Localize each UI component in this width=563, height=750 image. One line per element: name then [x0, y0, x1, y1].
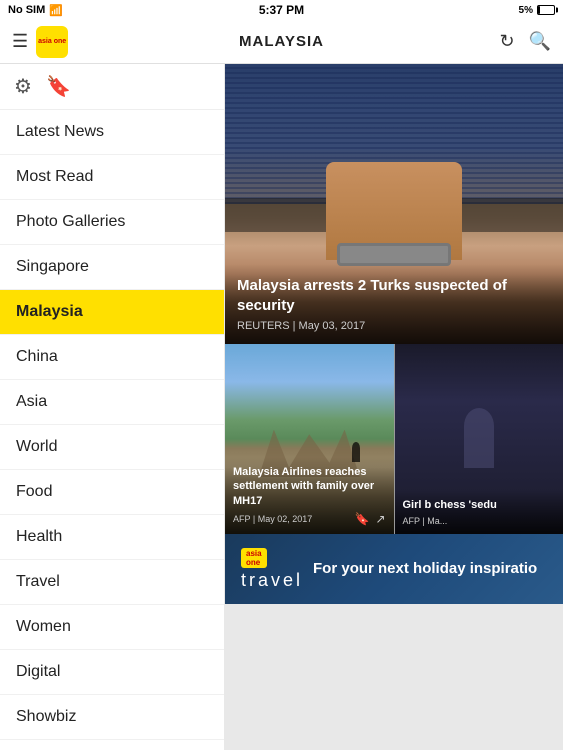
top-article-title: Malaysia arrests 2 Turks suspected of se… — [237, 276, 551, 315]
app-logo[interactable]: asia one — [36, 26, 68, 58]
sidebar-top-row: ⚙ 🔖 — [0, 64, 224, 110]
battery-icon — [537, 5, 555, 15]
search-icon[interactable]: 🔍 — [529, 31, 551, 52]
bottom-article-icons-1: 🔖 ↗ — [354, 512, 385, 526]
sidebar-item-singapore[interactable]: Singapore — [0, 245, 224, 290]
bottom-article-overlay-2: Girl b chess 'sedu AFP | Ma... — [395, 490, 563, 534]
header-left: ☰ asia one — [12, 26, 68, 58]
bottom-article-title-2: Girl b chess 'sedu — [403, 498, 556, 512]
status-bar: No SIM 📶 5:37 PM 5% — [0, 0, 563, 20]
sidebar-item-asia[interactable]: Asia — [0, 380, 224, 425]
travel-banner[interactable]: asiaone travel For your next holiday ins… — [225, 534, 563, 604]
top-article-date: May 03, 2017 — [299, 320, 366, 332]
bottom-article-meta-1: AFP | May 02, 2017 🔖 ↗ — [233, 512, 386, 526]
battery-fill — [538, 6, 540, 14]
bottom-article-2[interactable]: Girl b chess 'sedu AFP | Ma... — [395, 344, 563, 534]
bottom-article-overlay-1: Malaysia Airlines reaches settlement wit… — [225, 457, 394, 534]
sidebar-item-digital[interactable]: Digital — [0, 650, 224, 695]
wifi-icon: 📶 — [49, 4, 63, 17]
bottom-articles: Malaysia Airlines reaches settlement wit… — [225, 344, 563, 534]
main-layout: ⚙ 🔖 Latest News Most Read Photo Gallerie… — [0, 64, 563, 750]
settings-icon[interactable]: ⚙ — [14, 74, 32, 99]
sidebar: ⚙ 🔖 Latest News Most Read Photo Gallerie… — [0, 64, 225, 750]
header-right: ↻ 🔍 — [499, 31, 551, 52]
banner-tagline: For your next holiday inspiratio — [313, 559, 537, 579]
sidebar-item-business[interactable]: Business — [0, 740, 224, 750]
logo-text: asia one — [38, 38, 66, 46]
app-header: ☰ asia one MALAYSIA ↻ 🔍 — [0, 20, 563, 64]
bottom-article-source-2: AFP — [403, 516, 420, 526]
sidebar-item-most-read[interactable]: Most Read — [0, 155, 224, 200]
status-bar-right: 5% — [519, 5, 555, 16]
bottom-article-date-1: May 02, 2017 — [258, 514, 313, 524]
top-article[interactable]: Malaysia arrests 2 Turks suspected of se… — [225, 64, 563, 344]
signal-status: No SIM — [8, 4, 45, 16]
bottom-article-source-1: AFP — [233, 514, 250, 524]
top-article-meta: REUTERS | May 03, 2017 — [237, 320, 551, 332]
bottom-article-date-2: Ma... — [427, 516, 447, 526]
header-title: MALAYSIA — [239, 33, 324, 50]
menu-icon[interactable]: ☰ — [12, 31, 28, 52]
top-article-source: REUTERS — [237, 320, 290, 332]
bottom-article-meta-2: AFP | Ma... — [403, 516, 556, 526]
sidebar-item-food[interactable]: Food — [0, 470, 224, 515]
sidebar-item-china[interactable]: China — [0, 335, 224, 380]
sidebar-item-malaysia[interactable]: Malaysia — [0, 290, 224, 335]
sidebar-item-health[interactable]: Health — [0, 515, 224, 560]
status-bar-left: No SIM 📶 — [8, 4, 63, 17]
status-bar-time: 5:37 PM — [259, 3, 304, 17]
bookmark-icon[interactable]: 🔖 — [46, 74, 71, 99]
banner-logo-box: asiaone — [241, 548, 267, 568]
refresh-icon[interactable]: ↻ — [499, 31, 514, 52]
bottom-article-1[interactable]: Malaysia Airlines reaches settlement wit… — [225, 344, 395, 534]
banner-category-text: travel — [241, 570, 303, 591]
bottom-article-title-1: Malaysia Airlines reaches settlement wit… — [233, 465, 386, 508]
sidebar-item-travel[interactable]: Travel — [0, 560, 224, 605]
sidebar-item-latest-news[interactable]: Latest News — [0, 110, 224, 155]
sidebar-item-photo-galleries[interactable]: Photo Galleries — [0, 200, 224, 245]
save-icon[interactable]: 🔖 — [354, 512, 369, 526]
sidebar-item-world[interactable]: World — [0, 425, 224, 470]
content-area: Malaysia arrests 2 Turks suspected of se… — [225, 64, 563, 750]
top-article-overlay: Malaysia arrests 2 Turks suspected of se… — [225, 264, 563, 344]
sidebar-item-women[interactable]: Women — [0, 605, 224, 650]
banner-logo-text: asiaone — [246, 549, 262, 567]
battery-percent: 5% — [519, 5, 533, 16]
sidebar-item-showbiz[interactable]: Showbiz — [0, 695, 224, 740]
share-icon[interactable]: ↗ — [375, 512, 385, 526]
